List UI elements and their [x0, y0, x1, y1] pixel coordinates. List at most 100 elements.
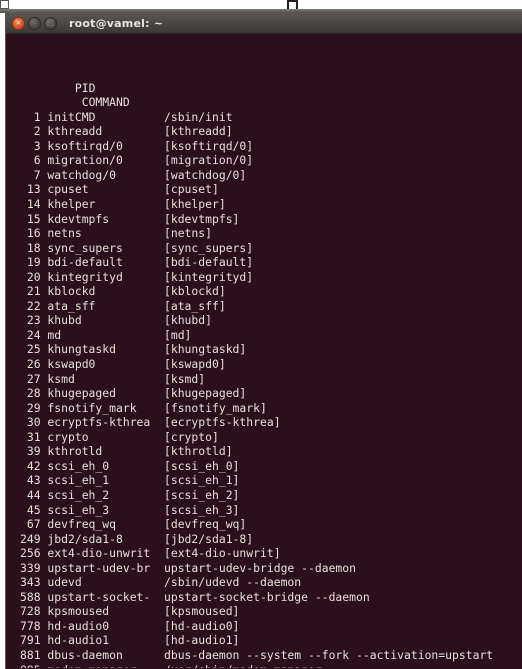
process-command: jbd2/sda1-8 — [47, 531, 123, 546]
process-command: scsi_eh_1 — [47, 473, 110, 488]
process-command: ata_sff — [47, 298, 96, 313]
process-row: 18 sync_supers [sync_supers] — [20, 241, 522, 256]
process-cmdline: [khugepaged] — [163, 386, 247, 401]
process-cmdline: [hd-audio1] — [163, 633, 240, 648]
process-row: 19 bdi-default [bdi-default] — [20, 255, 522, 270]
process-pid: 19 — [26, 255, 41, 270]
process-pid: 339 — [20, 560, 41, 575]
process-row: 256 ext4-dio-unwrit [ext4-dio-unwrit] — [20, 546, 522, 561]
process-command: migration/0 — [47, 153, 123, 168]
process-row: 2 kthreadd [kthreadd] — [20, 124, 522, 139]
process-pid: 588 — [20, 589, 41, 604]
process-pid: 778 — [20, 618, 41, 633]
process-command: devfreq_wq — [47, 517, 116, 532]
process-command: upstart-udev-br — [47, 560, 151, 575]
column-header-pid: PID — [74, 80, 96, 95]
process-pid: 15 — [26, 211, 41, 226]
process-cmdline: [kthreadd] — [163, 124, 233, 139]
column-header-row: PID COMMAND CMD — [20, 66, 522, 124]
process-row: 42 scsi_eh_0 [scsi_eh_0] — [20, 459, 522, 474]
process-pid: 21 — [26, 284, 41, 299]
process-cmdline: [netns] — [163, 226, 212, 241]
process-command: kthreadd — [47, 124, 103, 139]
process-cmdline: [jbd2/sda1-8] — [163, 531, 254, 546]
process-cmdline: [watchdog/0] — [163, 167, 247, 182]
process-row: 22 ata_sff [ata_sff] — [20, 299, 522, 314]
process-pid: 6 — [33, 153, 41, 168]
column-header-command: COMMAND — [81, 95, 130, 110]
process-row: 343 udevd/sbin/udevd --daemon — [20, 575, 522, 590]
process-list: 1 init/sbin/init 2 kthreadd [kthreadd] 3 ksoft… — [20, 110, 522, 668]
process-pid: 895 — [20, 663, 41, 668]
process-row: 23 khubd [khubd] — [20, 313, 522, 328]
process-pid: 26 — [26, 357, 41, 372]
process-cmdline: [fsnotify_mark] — [163, 400, 267, 415]
process-cmdline: [kthrotld] — [163, 444, 233, 459]
process-cmdline: /usr/sbin/modem-manager — [164, 663, 322, 668]
process-cmdline: [scsi_eh_1] — [163, 473, 240, 488]
process-cmdline: [khungtaskd] — [163, 342, 247, 357]
process-row: 30 ecryptfs-kthrea [ecryptfs-kthrea] — [20, 415, 522, 430]
process-command: sync_supers — [47, 240, 123, 255]
process-pid: 31 — [26, 429, 41, 444]
process-cmdline: /sbin/udevd --daemon — [163, 575, 302, 590]
process-cmdline: [crypto] — [163, 429, 219, 444]
process-pid: 3 — [33, 138, 41, 153]
process-cmdline: [ata_sff] — [163, 298, 226, 313]
process-row: 7 watchdog/0 [watchdog/0] — [20, 168, 522, 183]
close-icon: × — [15, 18, 22, 27]
process-command: md — [47, 327, 62, 342]
maximize-button[interactable]: □ — [44, 16, 57, 30]
window-title-bar[interactable]: × – □ root@vamel: ~ — [6, 13, 522, 34]
process-cmdline: [ext4-dio-unwrit] — [163, 546, 281, 561]
process-pid: 1 — [33, 109, 41, 124]
process-row: 15 kdevtmpfs [kdevtmpfs] — [20, 212, 522, 227]
process-pid: 43 — [26, 473, 41, 488]
process-row: 26 kswapd0 [kswapd0] — [20, 357, 522, 372]
process-cmdline: [ecryptfs-kthrea] — [163, 415, 281, 430]
minimize-button[interactable]: – — [28, 16, 41, 30]
process-cmdline: [scsi_eh_3] — [163, 502, 240, 517]
process-row: 28 khugepaged [khugepaged] — [20, 386, 522, 401]
process-row: 24 md [md] — [20, 328, 522, 343]
process-pid: 28 — [26, 386, 41, 401]
process-cmdline: [scsi_eh_0] — [163, 458, 240, 473]
process-row: 588 upstart-socket-upstart-socket-bridge … — [20, 590, 522, 605]
process-pid: 27 — [26, 371, 41, 386]
process-pid: 881 — [20, 647, 41, 662]
process-row: 895modem-manager/usr/sbin/modem-manager — [20, 663, 522, 668]
process-cmdline: [ksoftirqd/0] — [163, 138, 254, 153]
process-command: hd-audio0 — [47, 618, 110, 633]
process-cmdline: upstart-udev-bridge --daemon — [163, 560, 357, 575]
process-row: 6 migration/0 [migration/0] — [20, 153, 522, 168]
process-cmdline: [kintegrityd] — [163, 269, 254, 284]
process-command: dbus-daemon — [47, 647, 123, 662]
process-row: 39 kthrotld [kthrotld] — [20, 444, 522, 459]
process-row: 67 devfreq_wq [devfreq_wq] — [20, 517, 522, 532]
process-row: 14 khelper [khelper] — [20, 197, 522, 212]
maximize-icon: □ — [47, 18, 54, 27]
process-cmdline: [hd-audio0] — [163, 618, 240, 633]
process-command: fsnotify_mark — [47, 400, 137, 415]
process-pid: 24 — [26, 327, 41, 342]
process-row: 45 scsi_eh_3 [scsi_eh_3] — [20, 503, 522, 518]
process-command: ecryptfs-kthrea — [47, 415, 151, 430]
process-pid: 29 — [26, 400, 41, 415]
process-row: 27 ksmd [ksmd] — [20, 372, 522, 387]
process-row: 339 upstart-udev-br upstart-udev-bridge --… — [20, 561, 522, 576]
process-command: netns — [47, 226, 82, 241]
close-button[interactable]: × — [12, 16, 25, 30]
terminal-output[interactable]: PID COMMAND CMD 1 init/sbin/init 2 kthreadd… — [6, 34, 522, 668]
process-row: 16 netns [netns] — [20, 226, 522, 241]
process-cmdline: dbus-daemon --system --fork --activation… — [163, 647, 494, 662]
process-row: 21 kblockd [kblockd] — [20, 284, 522, 299]
process-pid: 13 — [26, 182, 41, 197]
process-pid: 256 — [20, 546, 41, 561]
process-row: 20 kintegrityd [kintegrityd] — [20, 270, 522, 285]
process-command: kintegrityd — [47, 269, 123, 284]
process-row: 778 hd-audio0 [hd-audio0] — [20, 619, 522, 634]
process-pid: 67 — [26, 517, 41, 532]
process-pid: 25 — [26, 342, 41, 357]
process-pid: 22 — [26, 298, 41, 313]
process-command: scsi_eh_0 — [47, 458, 110, 473]
